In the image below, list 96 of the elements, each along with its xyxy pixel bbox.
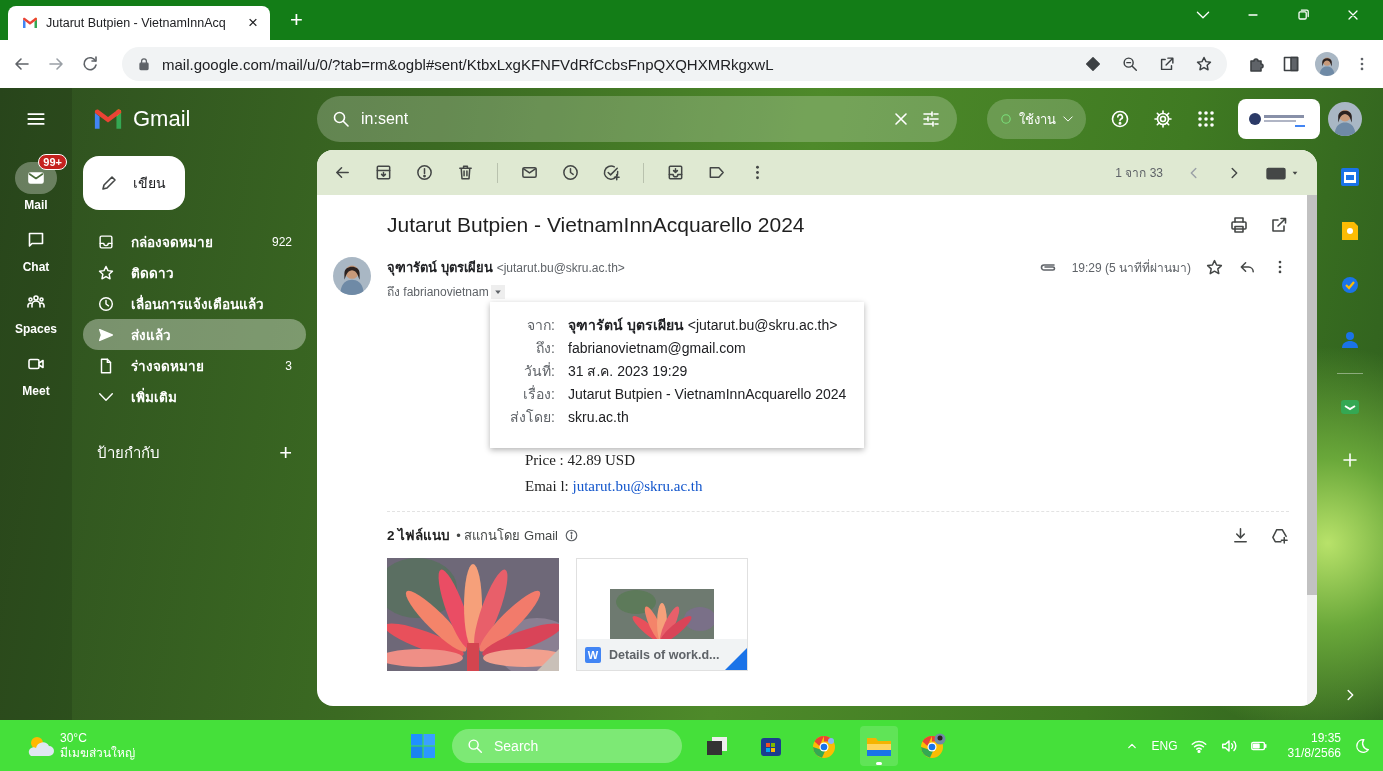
rail-label: Chat: [22, 260, 50, 274]
detail-value: จุฑารัตน์ บุตรเผียน <jutarut.bu@skru.ac.th>: [568, 316, 839, 334]
folder-item[interactable]: ติดดาว: [83, 257, 306, 288]
email-link[interactable]: jutarut.bu@skru.ac.th: [572, 478, 703, 494]
timestamp: 19:29 (5 นาทีที่ผ่านมา): [1071, 258, 1191, 277]
browser-tab[interactable]: Jutarut Butpien - VietnamInnAcq ×: [8, 6, 270, 40]
chat-icon: [26, 230, 46, 250]
pencil-icon: [99, 173, 119, 193]
report-icon[interactable]: [415, 163, 434, 182]
caret-icon[interactable]: [490, 284, 505, 299]
window-icon: [705, 734, 729, 757]
sender-name: จุฑารัตน์ บุตรเผียน: [387, 259, 493, 278]
temperature: 30°C: [60, 730, 88, 746]
detail-label: ถึง:: [535, 339, 555, 357]
chevron-down-icon: [1062, 113, 1074, 125]
avatar: [333, 257, 371, 295]
help-icon[interactable]: [1110, 109, 1130, 129]
apps-icon[interactable]: [1196, 109, 1216, 129]
search-icon: [466, 736, 484, 755]
inbox-icon: [97, 232, 115, 251]
attachments-heading: 2 ไฟล์แนบ: [387, 526, 451, 545]
corner-fold-icon: [537, 649, 559, 671]
app-title: Gmail: [133, 106, 191, 132]
address-field[interactable]: mail.google.com/mail/u/0/?tab=rm&ogbl#sent/KtbxLxgKFNFVdRfCcbsFnpQXQHXMRkgxwL: [122, 47, 1227, 81]
clock-icon[interactable]: [561, 163, 580, 182]
unread-count: 922: [271, 234, 292, 249]
folder-item[interactable]: เลื่อนการแจ้งเตือนแล้ว: [83, 288, 306, 319]
download-icon[interactable]: [1231, 525, 1250, 545]
zoom-out-icon[interactable]: [1121, 55, 1139, 73]
info-icon[interactable]: [564, 527, 579, 543]
body-text: Price : 42.89 USD: [525, 452, 636, 469]
sender-email: <jutarut.bu@skru.ac.th>: [496, 260, 625, 275]
rail-label: Mail: [24, 198, 48, 212]
open-new-window-icon[interactable]: [1269, 215, 1289, 235]
search-field[interactable]: in:sent: [317, 96, 957, 142]
rail-label: Spaces: [15, 322, 57, 336]
folder-item[interactable]: กล่องจดหมาย 922: [83, 226, 306, 257]
archive-icon[interactable]: [374, 163, 393, 182]
attachment-card[interactable]: W Details of work.d...: [576, 558, 748, 671]
filter-icon[interactable]: [921, 109, 941, 129]
recipient-text: ถึง fabrianovietnam: [387, 284, 489, 301]
mail-logo-icon: [93, 107, 123, 131]
start-icon[interactable]: [410, 732, 436, 759]
tasks-icon[interactable]: [1340, 275, 1360, 295]
move-to-icon[interactable]: [666, 163, 685, 182]
scan-note: • สแกนโดย Gmail: [456, 526, 558, 545]
add-label-button[interactable]: +: [279, 440, 292, 466]
weather-text: มีเมฆส่วนใหญ่: [60, 745, 135, 761]
side-panel-icon[interactable]: [1281, 54, 1301, 74]
status-dot-icon: [999, 112, 1013, 126]
compose-button[interactable]: เขียน: [83, 156, 185, 210]
notes-icon[interactable]: [1341, 221, 1359, 241]
tab-close-button[interactable]: ×: [246, 13, 260, 33]
avatar: [1328, 102, 1362, 136]
star-icon[interactable]: [1195, 55, 1213, 73]
email-subject: Jutarut Butpien - VietnamInnAcquarello 2024: [387, 213, 806, 237]
detail-label: วันที่:: [523, 362, 555, 380]
star-icon[interactable]: [1205, 257, 1224, 277]
diamond-icon[interactable]: [1084, 55, 1102, 73]
pagination-text: 1 จาก 33: [1115, 165, 1163, 182]
detail-label: จาก:: [526, 316, 555, 334]
settings-icon[interactable]: [1153, 109, 1173, 129]
account-button[interactable]: [1238, 99, 1320, 139]
plus-icon[interactable]: [1340, 450, 1360, 470]
new-tab-button[interactable]: +: [284, 6, 309, 34]
detail-label: ส่งโดย:: [509, 408, 555, 426]
search-icon: [331, 109, 351, 129]
rail-label: Meet: [22, 384, 50, 398]
file-name: Details of work.d...: [609, 647, 720, 662]
unread-count: 3: [285, 358, 292, 373]
detail-label: เรื่อง:: [522, 385, 555, 403]
mail-logo-icon: [22, 17, 38, 29]
clock-icon: [97, 294, 115, 313]
scrollbar[interactable]: [1307, 195, 1317, 706]
detail-value: fabrianovietnam@gmail.com: [568, 339, 747, 357]
addon-icon[interactable]: [1340, 398, 1360, 416]
trash-icon[interactable]: [456, 163, 475, 182]
share-icon[interactable]: [1158, 55, 1176, 73]
word-file-icon: W: [585, 646, 601, 663]
add-task-icon[interactable]: [602, 163, 621, 182]
calendar-icon[interactable]: [1340, 167, 1360, 187]
print-icon[interactable]: [1229, 215, 1249, 235]
lock-icon: [136, 56, 152, 72]
detail-value: Jutarut Butpien - VietnamInnAcquarello 2024: [568, 385, 848, 403]
detail-value: skru.ac.th: [568, 408, 630, 426]
notification-badge: 99+: [38, 154, 67, 170]
body-text: Emai l: jutarut.bu@skru.ac.th: [525, 478, 704, 495]
detail-value: 31 ส.ค. 2023 19:29: [568, 362, 689, 380]
corner-fold-icon: [725, 648, 747, 670]
folder-item[interactable]: เพิ่มเติม: [83, 381, 306, 412]
star-icon: [97, 263, 115, 282]
restore-icon[interactable]: [1295, 7, 1311, 23]
browser-icon: [920, 732, 946, 759]
folder-item[interactable]: ร่างจดหมาย 3: [83, 350, 306, 381]
section-heading: ป้ายกำกับ: [97, 443, 160, 463]
avatar: [1315, 52, 1339, 76]
